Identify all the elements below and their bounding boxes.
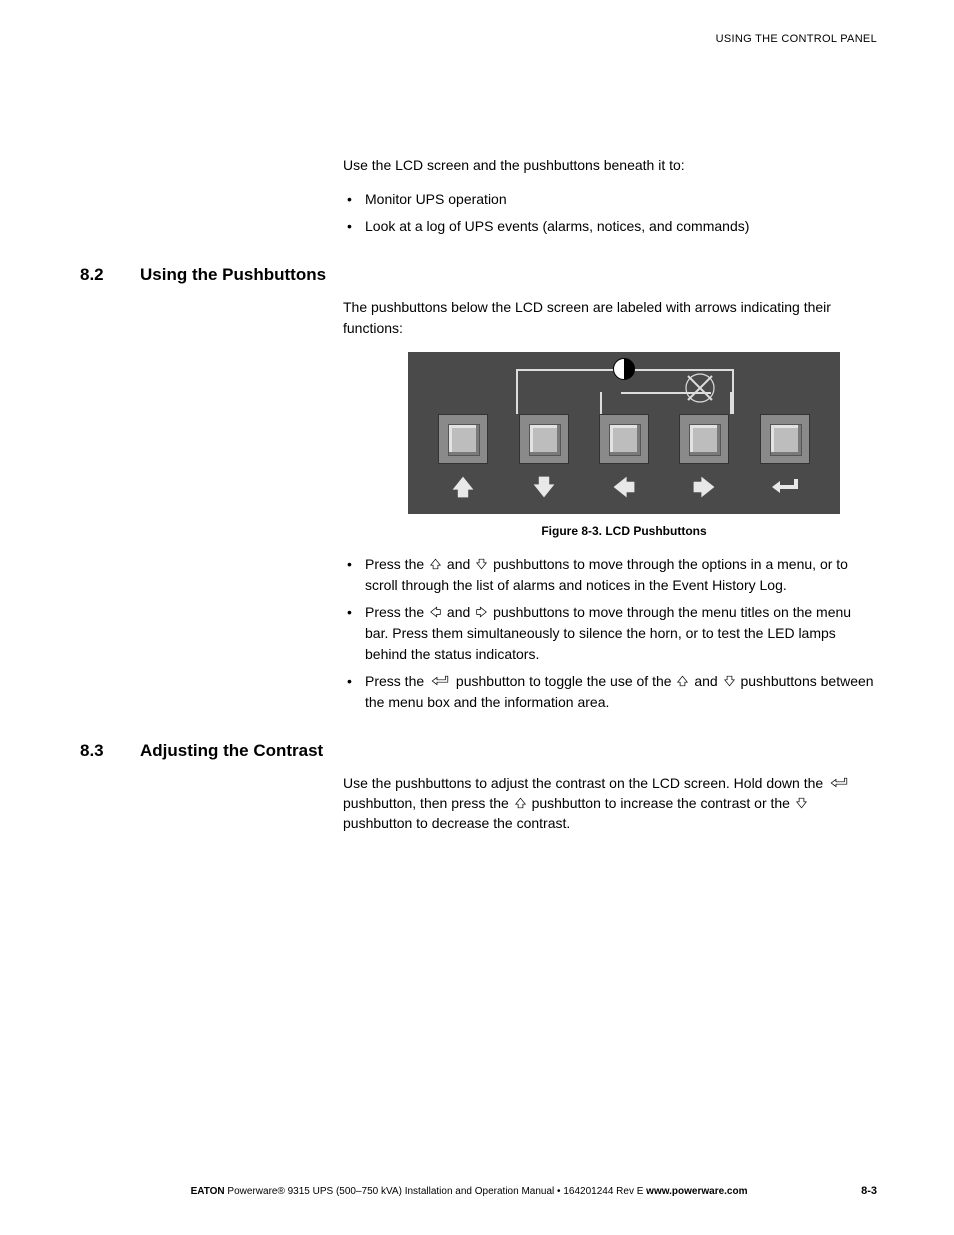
footer-url: www.powerware.com — [646, 1186, 747, 1197]
enter-icon — [428, 672, 452, 684]
arrow-left-icon — [599, 468, 649, 506]
list-item: Press the and pushbuttons to move throug… — [343, 602, 877, 665]
text-run: and — [447, 604, 474, 620]
section-heading-8-2: 8.2 Using the Pushbuttons — [80, 265, 877, 285]
text-run: and — [694, 673, 721, 689]
figure-caption: Figure 8-3. LCD Pushbuttons — [408, 524, 840, 538]
enter-icon — [760, 468, 810, 506]
page-number: 8-3 — [861, 1185, 877, 1197]
arrow-up-icon — [438, 468, 488, 506]
arrow-down-icon — [519, 468, 569, 506]
text-run: Press the — [365, 604, 428, 620]
section-title: Adjusting the Contrast — [140, 741, 323, 761]
arrow-down-icon — [474, 555, 489, 567]
pushbutton-right — [679, 414, 729, 464]
enter-icon — [827, 774, 851, 786]
pushbutton-down — [519, 414, 569, 464]
list-item: Monitor UPS operation — [343, 189, 877, 210]
list-item: Look at a log of UPS events (alarms, not… — [343, 216, 877, 237]
text-run: pushbutton, then press the — [343, 795, 513, 811]
arrow-left-icon — [428, 603, 443, 615]
text-run: Use the pushbuttons to adjust the contra… — [343, 775, 827, 791]
arrow-right-icon — [474, 603, 489, 615]
alarm-cross-icon — [684, 372, 716, 404]
section-number: 8.2 — [80, 265, 140, 285]
section-heading-8-3: 8.3 Adjusting the Contrast — [80, 741, 877, 761]
section-8-2-bullets: Press the and pushbuttons to move throug… — [343, 554, 877, 713]
list-item: Press the pushbutton to toggle the use o… — [343, 671, 877, 713]
section-number: 8.3 — [80, 741, 140, 761]
footer-brand: EATON — [191, 1186, 225, 1197]
text-run: and — [447, 556, 474, 572]
pushbutton-left — [599, 414, 649, 464]
page-footer: EATON Powerware® 9315 UPS (500–750 kVA) … — [77, 1185, 877, 1197]
arrow-up-icon — [513, 794, 528, 806]
text-run: Press the — [365, 673, 428, 689]
running-header: USING THE CONTROL PANEL — [80, 33, 877, 45]
arrow-up-icon — [675, 672, 690, 684]
section-title: Using the Pushbuttons — [140, 265, 326, 285]
intro-bullet-list: Monitor UPS operation Look at a log of U… — [343, 189, 877, 237]
footer-docnum: 164201244 Rev E — [563, 1186, 646, 1197]
pushbutton-enter — [760, 414, 810, 464]
pushbutton-up — [438, 414, 488, 464]
arrow-down-icon — [722, 672, 737, 684]
figure-lcd-pushbuttons — [408, 352, 840, 514]
footer-sep: • — [554, 1186, 563, 1197]
text-run: pushbutton to increase the contrast or t… — [532, 795, 794, 811]
footer-product: Powerware® 9315 UPS (500–750 kVA) Instal… — [225, 1186, 555, 1197]
intro-lead: Use the LCD screen and the pushbuttons b… — [343, 155, 877, 175]
text-run: Press the — [365, 556, 428, 572]
text-run: pushbutton to decrease the contrast. — [343, 815, 570, 831]
arrow-down-icon — [794, 794, 809, 806]
text-run: pushbutton to toggle the use of the — [456, 673, 676, 689]
section-8-3-para: Use the pushbuttons to adjust the contra… — [343, 773, 877, 834]
section-8-2-para: The pushbuttons below the LCD screen are… — [343, 297, 877, 338]
arrow-right-icon — [679, 468, 729, 506]
list-item: Press the and pushbuttons to move throug… — [343, 554, 877, 596]
contrast-icon — [613, 358, 635, 380]
arrow-up-icon — [428, 555, 443, 567]
